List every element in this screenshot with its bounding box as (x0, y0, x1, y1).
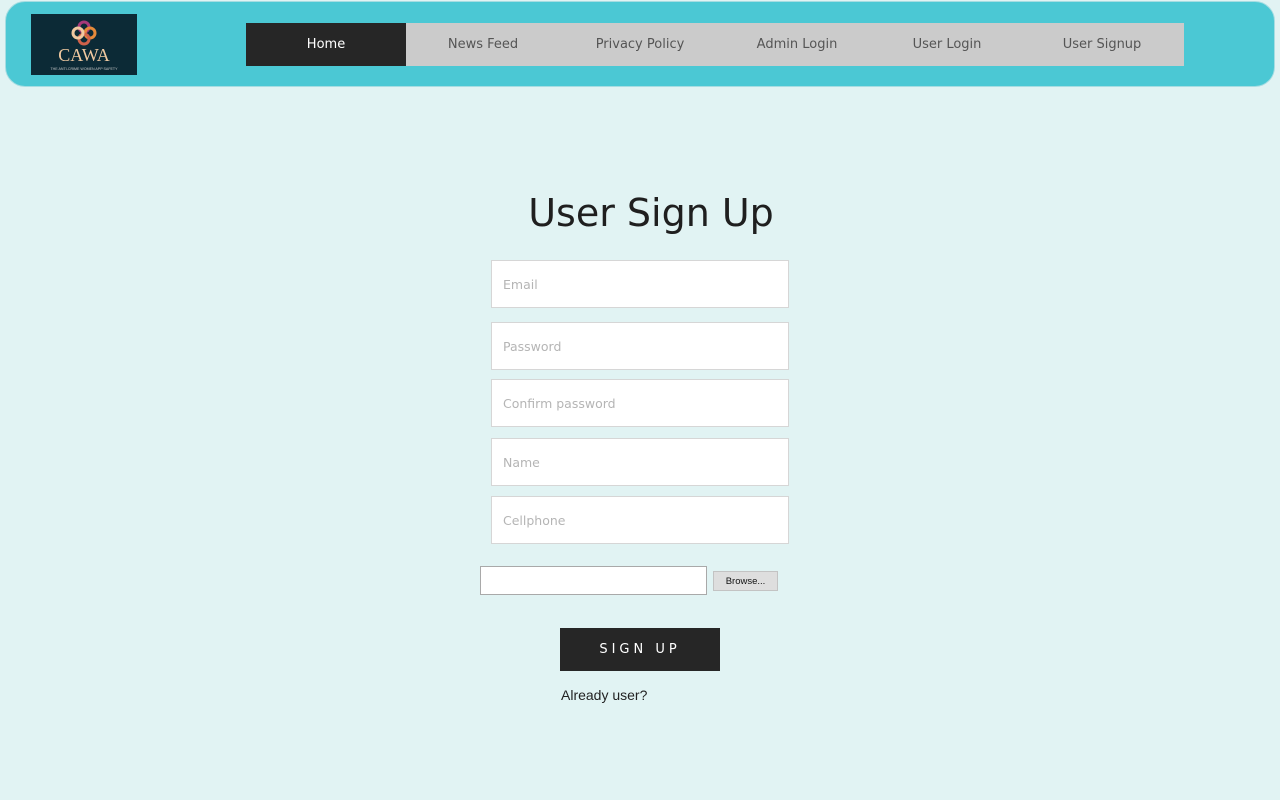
nav-privacy-policy[interactable]: Privacy Policy (560, 23, 720, 66)
nav-home[interactable]: Home (246, 23, 406, 66)
email-field[interactable] (491, 260, 789, 308)
file-path-field[interactable] (480, 566, 707, 595)
nav-user-signup[interactable]: User Signup (1020, 23, 1184, 66)
page-title: User Sign Up (528, 191, 774, 235)
logo-tagline: THE ANTI-CRIME WOMEN APP SAFETY (50, 67, 118, 71)
nav-admin-login[interactable]: Admin Login (720, 23, 874, 66)
already-user-link[interactable]: Already user? (561, 687, 647, 703)
site-header: CAWA THE ANTI-CRIME WOMEN APP SAFETY Hom… (5, 1, 1275, 87)
name-field[interactable] (491, 438, 789, 486)
nav-user-login[interactable]: User Login (874, 23, 1020, 66)
cawa-logo[interactable]: CAWA THE ANTI-CRIME WOMEN APP SAFETY (31, 14, 137, 75)
sign-up-button[interactable]: SIGN UP (560, 628, 720, 671)
browse-button[interactable]: Browse... (713, 571, 778, 591)
quatrefoil-logo-icon: CAWA THE ANTI-CRIME WOMEN APP SAFETY (50, 20, 118, 71)
confirm-password-field[interactable] (491, 379, 789, 427)
nav-news-feed[interactable]: News Feed (406, 23, 560, 66)
cellphone-field[interactable] (491, 496, 789, 544)
logo-text: CAWA (58, 45, 110, 65)
password-field[interactable] (491, 322, 789, 370)
main-nav: Home News Feed Privacy Policy Admin Logi… (246, 23, 1184, 66)
